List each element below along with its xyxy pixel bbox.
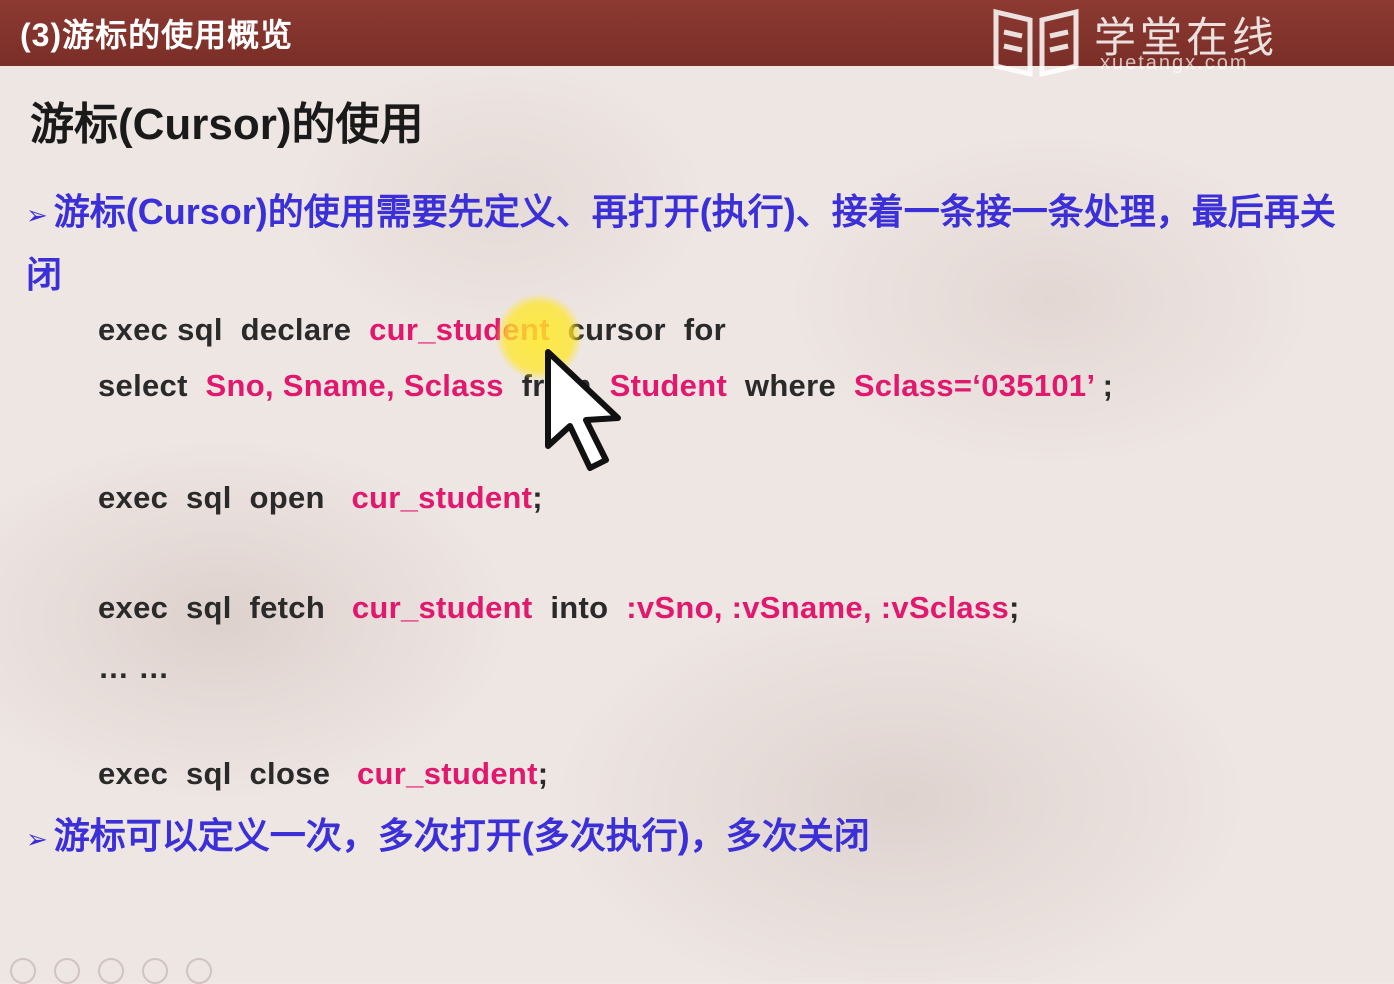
code-text: exec sql close (98, 756, 358, 791)
video-controls[interactable] (0, 958, 330, 984)
logo-english-text: xuetangx.com (1100, 52, 1249, 74)
control-dot-icon[interactable] (54, 958, 80, 984)
code-text: select (98, 368, 206, 403)
code-text: into (532, 590, 627, 625)
code-text: where (727, 368, 854, 403)
code-text: ; (532, 480, 543, 515)
control-dot-icon[interactable] (98, 958, 124, 984)
code-line-open: exec sql open cur_student; (98, 480, 543, 516)
xuetangx-logo-icon (993, 8, 1079, 78)
slide-title: 游标(Cursor)的使用 (30, 100, 424, 149)
code-text: exec sql open (98, 480, 352, 515)
code-host-variables: :vSno, :vSname, :vSclass (626, 590, 1010, 625)
code-text: ; (1093, 368, 1114, 403)
code-cursor-name: cur_student (351, 590, 533, 625)
control-dot-icon[interactable] (186, 958, 212, 984)
code-condition: Sclass=‘035101’ (853, 368, 1094, 403)
control-dot-icon[interactable] (142, 958, 168, 984)
bullet-point-2: ➢ 游标可以定义一次，多次打开(多次执行)，多次关闭 (26, 806, 1366, 869)
code-cursor-name: cur_student (351, 480, 533, 515)
xuetangx-logo: 学堂在线 xuetangx.com (990, 0, 1380, 84)
bullet-2-text: 游标可以定义一次，多次打开(多次执行)，多次关闭 (53, 815, 870, 856)
code-text: exec sql declare (98, 312, 370, 347)
code-text: ; (1009, 590, 1020, 625)
bullet-arrow-icon: ➢ (26, 824, 48, 854)
code-text: ; (537, 756, 549, 791)
code-text: exec sql fetch (98, 590, 352, 625)
code-columns: Sno, Sname, Sclass (205, 368, 504, 403)
code-cursor-name: cur_student (357, 756, 538, 791)
header-title: (3)游标的使用概览 (20, 17, 294, 53)
mouse-cursor-icon (545, 349, 621, 471)
code-line-fetch: exec sql fetch cur_student into :vSno, :… (98, 590, 1020, 626)
code-line-ellipsis: … … (98, 650, 170, 685)
bullet-1-text: 游标(Cursor)的使用需要先定义、再打开(执行)、接着一条接一条处理，最后再… (26, 191, 1336, 295)
bullet-arrow-icon: ➢ (26, 200, 48, 230)
header-bar: (3)游标的使用概览 学堂在线 xuetangx.com (0, 0, 1394, 78)
code-line-close: exec sql close cur_student; (98, 756, 548, 792)
code-line-declare: exec sql declare cur_student cursor for (98, 312, 726, 348)
bullet-point-1: ➢ 游标(Cursor)的使用需要先定义、再打开(执行)、接着一条接一条处理，最后… (26, 182, 1366, 305)
control-dot-icon[interactable] (10, 958, 36, 984)
